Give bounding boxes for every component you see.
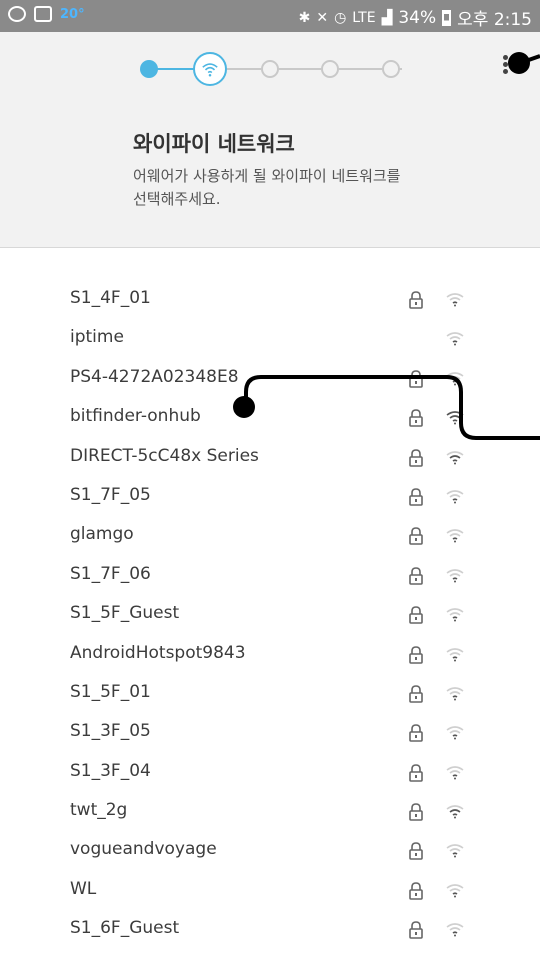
lock-icon xyxy=(408,369,424,389)
network-name: PS4-4272A02348E8 xyxy=(70,366,239,387)
setup-header: 와이파이 네트워크 어웨어가 사용하게 될 와이파이 네트워크를 선택해주세요. xyxy=(0,32,540,248)
clock-text: 오후 2:15 xyxy=(457,10,532,30)
network-row[interactable]: glamgo xyxy=(0,516,540,555)
network-name: vogueandvoyage xyxy=(70,839,217,860)
wifi-step-icon xyxy=(202,63,218,77)
lock-icon xyxy=(408,526,424,546)
lock-icon xyxy=(408,763,424,783)
network-type-text: LTE xyxy=(352,9,376,26)
network-name: WL xyxy=(70,878,97,899)
step-5-todo xyxy=(382,60,400,78)
page-subtitle: 어웨어가 사용하게 될 와이파이 네트워크를 선택해주세요. xyxy=(133,167,401,208)
setup-stepper xyxy=(140,52,410,86)
step-line-todo xyxy=(227,68,402,70)
wifi-signal-icon xyxy=(445,449,465,465)
lock-icon xyxy=(408,605,424,625)
mute-icon: ✕ xyxy=(316,9,329,26)
network-row[interactable]: S1_5F_Guest xyxy=(0,595,540,634)
wifi-signal-icon xyxy=(445,882,465,898)
network-row[interactable]: bitfinder-onhub xyxy=(0,398,540,437)
page-title: 와이파이 네트워크 xyxy=(133,132,295,156)
network-row[interactable]: S1_3F_05 xyxy=(0,713,540,752)
network-name: S1_4F_01 xyxy=(70,288,151,308)
network-row[interactable]: DIRECT-5cC48x Series xyxy=(0,438,540,477)
wifi-signal-icon xyxy=(445,488,465,504)
wifi-signal-icon xyxy=(445,685,465,701)
network-name: S1_5F_01 xyxy=(70,681,151,702)
lock-icon xyxy=(408,448,424,468)
network-row[interactable]: S1_7F_06 xyxy=(0,556,540,595)
gallery-icon xyxy=(34,6,52,22)
signal-icon: ▟ xyxy=(381,9,393,26)
wifi-signal-icon xyxy=(445,527,465,543)
network-name: S1_7F_05 xyxy=(70,484,151,505)
step-1-done xyxy=(140,60,158,78)
network-row[interactable]: S1_3F_04 xyxy=(0,753,540,792)
lock-icon xyxy=(408,841,424,861)
wifi-signal-icon xyxy=(445,330,465,346)
wifi-network-list: S1_4F_01iptime PS4-4272A02348E8 bitfinder-… xyxy=(0,280,540,950)
lock-icon xyxy=(408,487,424,507)
wifi-signal-icon xyxy=(445,370,465,386)
network-row[interactable]: S1_7F_05 xyxy=(0,477,540,516)
step-2-current xyxy=(193,52,227,86)
network-row[interactable]: AndroidHotspot9843 xyxy=(0,635,540,674)
network-row[interactable]: twt_2g xyxy=(0,792,540,831)
wifi-signal-icon xyxy=(445,921,465,937)
network-name: S1_3F_04 xyxy=(70,760,151,781)
lock-icon xyxy=(408,684,424,704)
overflow-menu-icon[interactable] xyxy=(503,55,509,75)
step-4-todo xyxy=(321,60,339,78)
lock-icon xyxy=(408,645,424,665)
bluetooth-icon: ✱ xyxy=(298,9,311,26)
wifi-signal-icon xyxy=(445,291,465,307)
network-name: S1_5F_Guest xyxy=(70,603,180,624)
step-3-todo xyxy=(261,60,279,78)
network-name: S1_3F_05 xyxy=(70,721,151,742)
network-row[interactable]: S1_6F_Guest xyxy=(0,910,540,949)
network-name: bitfinder-onhub xyxy=(70,406,201,427)
network-name: iptime xyxy=(70,327,124,348)
network-name: glamgo xyxy=(70,524,134,545)
network-row[interactable]: vogueandvoyage xyxy=(0,831,540,870)
temperature-text: 20° xyxy=(60,6,85,22)
network-name: AndroidHotspot9843 xyxy=(70,642,246,663)
network-name: twt_2g xyxy=(70,800,128,821)
status-notifications: 20° xyxy=(8,6,85,22)
battery-percent-text: 34% xyxy=(398,7,437,28)
alarm-icon: ◷ xyxy=(334,9,347,26)
lock-icon xyxy=(408,566,424,586)
wifi-signal-icon xyxy=(445,567,465,583)
wifi-signal-icon xyxy=(445,606,465,622)
network-row[interactable]: WL xyxy=(0,871,540,910)
network-row[interactable]: iptime xyxy=(0,319,540,358)
wifi-signal-icon xyxy=(445,409,465,425)
status-bar: 20° ✱ ✕ ◷ LTE ▟ 34% 오후 2:15 xyxy=(0,0,540,32)
lock-icon xyxy=(408,723,424,743)
network-name: S1_6F_Guest xyxy=(70,918,180,939)
network-name: DIRECT-5cC48x Series xyxy=(70,445,259,466)
wifi-signal-icon xyxy=(445,764,465,780)
status-system: ✱ ✕ ◷ LTE ▟ 34% 오후 2:15 xyxy=(298,5,532,31)
network-row[interactable]: S1_4F_01 xyxy=(0,280,540,319)
lock-icon xyxy=(408,408,424,428)
wifi-signal-icon xyxy=(445,842,465,858)
notification-app-icon xyxy=(8,6,26,22)
network-row[interactable]: PS4-4272A02348E8 xyxy=(0,359,540,398)
wifi-signal-icon xyxy=(445,803,465,819)
lock-icon xyxy=(408,802,424,822)
lock-icon xyxy=(408,920,424,940)
lock-icon xyxy=(408,881,424,901)
lock-icon xyxy=(408,290,424,310)
network-row[interactable]: S1_5F_01 xyxy=(0,674,540,713)
wifi-signal-icon xyxy=(445,646,465,662)
network-name: S1_7F_06 xyxy=(70,563,151,584)
wifi-signal-icon xyxy=(445,724,465,740)
battery-icon xyxy=(442,9,452,26)
